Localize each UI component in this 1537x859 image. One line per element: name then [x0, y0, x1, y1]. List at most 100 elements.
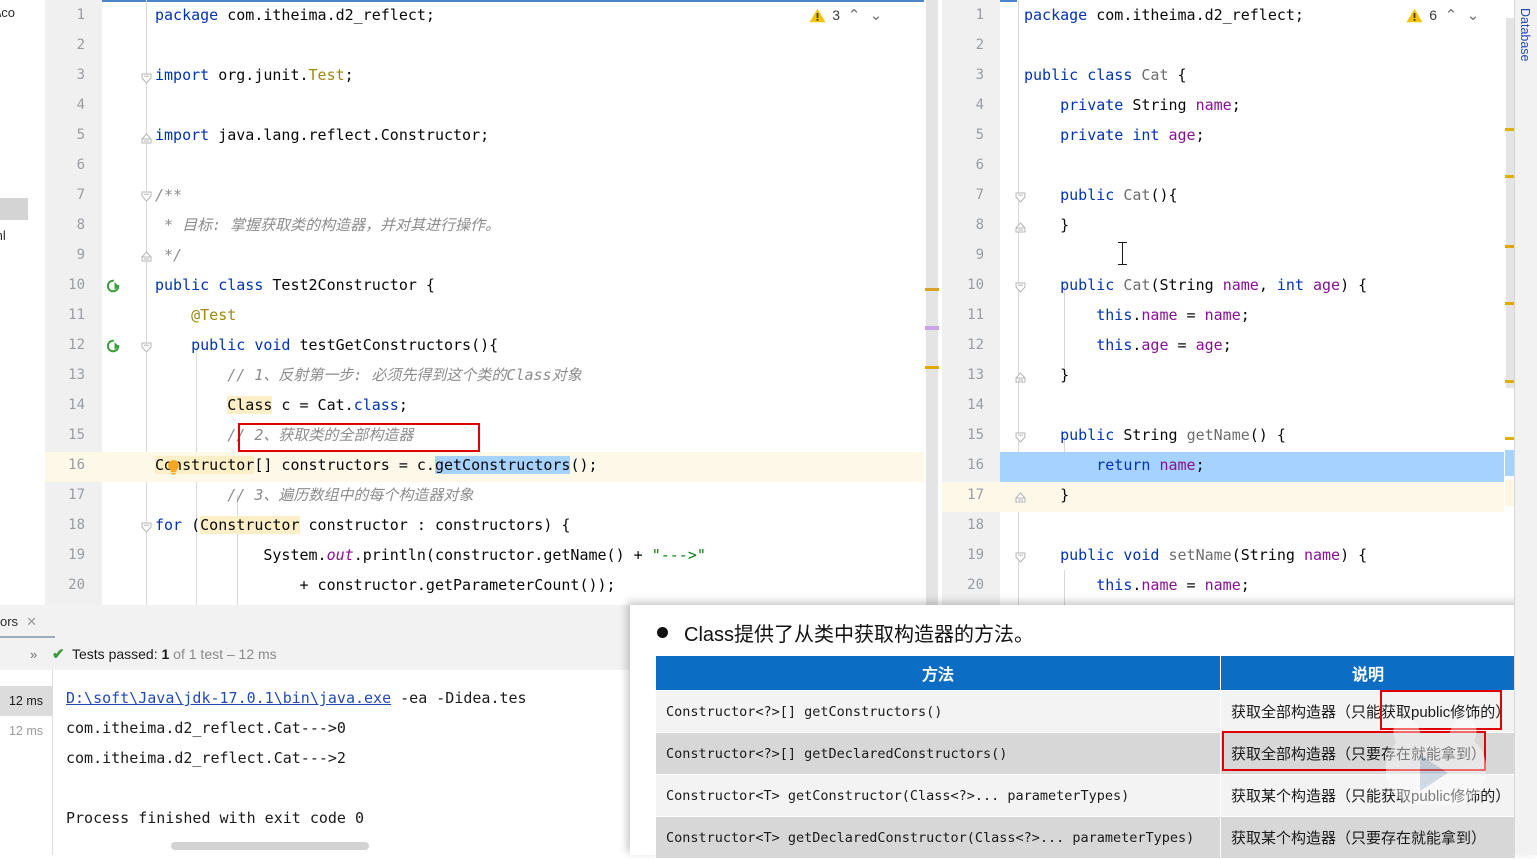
chevron-down-icon[interactable]: ⌄ — [868, 6, 884, 24]
code-line[interactable]: 7 /** — [45, 180, 940, 210]
code-line[interactable]: 3 import org.junit.Test; — [45, 60, 940, 90]
code-line[interactable]: 20 + constructor.getParameterCount()); — [45, 570, 940, 600]
intention-bulb-icon[interactable] — [166, 459, 181, 476]
project-panel-clipped[interactable]: :\co ml — [0, 0, 46, 610]
code-line[interactable]: 17 // 3、遍历数组中的每个构造器对象 — [45, 480, 940, 510]
console-line: com.itheima.d2_reflect.Cat--->0 — [66, 719, 346, 737]
fold-marker-icon[interactable] — [1015, 222, 1026, 233]
run-test-method-icon[interactable] — [107, 339, 122, 354]
code-line[interactable]: 19 System.out.println(constructor.getNam… — [45, 540, 940, 570]
tool-tab-database[interactable]: Database — [1514, 0, 1537, 855]
marker-warning[interactable] — [925, 366, 939, 369]
line-number: 2 — [76, 37, 85, 53]
editor-right-lines[interactable]: 1 package com.itheima.d2_reflect; 2 3 public… — [942, 0, 1537, 600]
check-icon: ✔ — [52, 646, 65, 663]
line-number: 14 — [967, 397, 984, 413]
line-code: System.out.println(constructor.getName()… — [155, 546, 706, 564]
code-line[interactable]: 10 public class Test2Constructor { — [45, 270, 940, 300]
tab-constructors[interactable]: ors ✕ — [0, 605, 47, 638]
code-line[interactable]: 5 import java.lang.reflect.Constructor; — [45, 120, 940, 150]
inspection-widget-right[interactable]: 6 ⌃ ⌄ — [1406, 6, 1481, 24]
fold-marker-icon[interactable] — [141, 342, 152, 353]
line-number: 13 — [967, 367, 984, 383]
console-java-args: -ea -Didea.tes — [391, 689, 527, 707]
line-number: 12 — [967, 337, 984, 353]
marker-warning[interactable] — [925, 288, 939, 291]
code-line[interactable]: 9 */ — [45, 240, 940, 270]
line-number: 1 — [76, 7, 85, 23]
code-line[interactable]: 16 return name; — [942, 450, 1537, 480]
console-horizontal-scrollbar[interactable] — [171, 842, 369, 850]
code-line[interactable]: 1 package com.itheima.d2_reflect; — [45, 0, 940, 30]
code-line[interactable]: 2 — [942, 30, 1537, 60]
editor-left-test2constructor[interactable]: 1 package com.itheima.d2_reflect; 2 3 import… — [45, 0, 940, 605]
fold-marker-icon[interactable] — [141, 73, 152, 84]
code-line[interactable]: 14 — [942, 390, 1537, 420]
marker-change[interactable] — [925, 326, 939, 330]
fold-marker-icon[interactable] — [141, 522, 152, 533]
slide-bullet-text: Class提供了从类中获取构造器的方法。 — [684, 624, 1035, 646]
code-line[interactable]: 13 // 1、反射第一步: 必须先得到这个类的Class对象 — [45, 360, 940, 390]
line-number: 11 — [68, 307, 85, 323]
code-line[interactable]: 10 public Cat(String name, int age) { — [942, 270, 1537, 300]
line-code: public Cat(String name, int age) { — [1060, 276, 1368, 294]
code-line[interactable]: 6 — [942, 150, 1537, 180]
console-java-path-link[interactable]: D:\soft\Java\jdk-17.0.1\bin\java.exe — [66, 689, 391, 707]
code-line[interactable]: 18 — [942, 510, 1537, 540]
run-test-class-icon[interactable] — [107, 279, 122, 294]
code-line[interactable]: 3 public class Cat { — [942, 60, 1537, 90]
cell-method: Constructor<?>[] getConstructors() — [655, 690, 1221, 733]
fold-marker-icon[interactable] — [1015, 282, 1026, 293]
close-icon[interactable]: ✕ — [26, 614, 37, 630]
line-code: import org.junit.Test; — [155, 66, 354, 84]
line-number: 9 — [975, 247, 984, 263]
code-line[interactable]: 11 this.name = name; — [942, 300, 1537, 330]
fold-marker-icon[interactable] — [1015, 432, 1026, 443]
code-line[interactable]: 4 private String name; — [942, 90, 1537, 120]
code-line[interactable]: 2 — [45, 30, 940, 60]
header-method: 方法 — [655, 655, 1221, 691]
fold-marker-icon[interactable] — [1015, 192, 1026, 203]
code-line[interactable]: 12 public void testGetConstructors(){ — [45, 330, 940, 360]
fold-marker-icon[interactable] — [1015, 372, 1026, 383]
code-line[interactable]: 6 — [45, 150, 940, 180]
code-line[interactable]: 4 — [45, 90, 940, 120]
fold-marker-icon[interactable] — [141, 251, 152, 262]
code-line[interactable]: 8 } — [942, 210, 1537, 240]
line-number: 18 — [967, 517, 984, 533]
fold-marker-icon[interactable] — [141, 133, 152, 144]
line-code: public class Test2Constructor { — [155, 276, 435, 294]
chevron-up-icon[interactable]: ⌃ — [1443, 6, 1459, 24]
code-line[interactable]: 17 } — [942, 480, 1537, 510]
code-line[interactable]: 20 this.name = name; — [942, 570, 1537, 600]
editor-right-cat[interactable]: 1 package com.itheima.d2_reflect; 2 3 public… — [942, 0, 1537, 605]
code-line[interactable]: 8 * 目标: 掌握获取类的构造器，并对其进行操作。 — [45, 210, 940, 240]
code-line[interactable]: 11 @Test — [45, 300, 940, 330]
fold-marker-icon[interactable] — [141, 191, 152, 202]
fold-marker-icon[interactable] — [1015, 492, 1026, 503]
line-code: public String getName() { — [1060, 426, 1286, 444]
editor-left-lines[interactable]: 1 package com.itheima.d2_reflect; 2 3 import… — [45, 0, 940, 600]
table-header-row: 方法 说明 — [655, 655, 1516, 691]
code-line[interactable]: 14 Class c = Cat.class; — [45, 390, 940, 420]
inspection-widget-left[interactable]: 3 ⌃ ⌄ — [809, 6, 884, 24]
code-line[interactable]: 13 } — [942, 360, 1537, 390]
fold-marker-icon[interactable] — [1015, 552, 1026, 563]
line-code: } — [1024, 486, 1070, 504]
expand-all-icon[interactable]: » — [30, 647, 37, 662]
code-line[interactable]: 12 this.age = age; — [942, 330, 1537, 360]
code-line[interactable]: 18 for (Constructor constructor : constru… — [45, 510, 940, 540]
code-line[interactable]: 15 // 2、获取类的全部构造器 — [45, 420, 940, 450]
marker-bar-left[interactable] — [924, 0, 940, 605]
chevron-down-icon[interactable]: ⌄ — [1465, 6, 1481, 24]
scrollbar-thumb-left[interactable] — [926, 0, 938, 605]
code-line[interactable]: 7 public Cat(){ — [942, 180, 1537, 210]
code-line[interactable]: 15 public String getName() { — [942, 420, 1537, 450]
line-code: */ — [155, 246, 183, 264]
project-selected-row[interactable] — [0, 198, 28, 220]
chevron-up-icon[interactable]: ⌃ — [846, 6, 862, 24]
code-line[interactable]: 19 public void setName(String name) { — [942, 540, 1537, 570]
code-line[interactable]: 5 private int age; — [942, 120, 1537, 150]
code-line[interactable]: 9 — [942, 240, 1537, 270]
line-number: 6 — [975, 157, 984, 173]
